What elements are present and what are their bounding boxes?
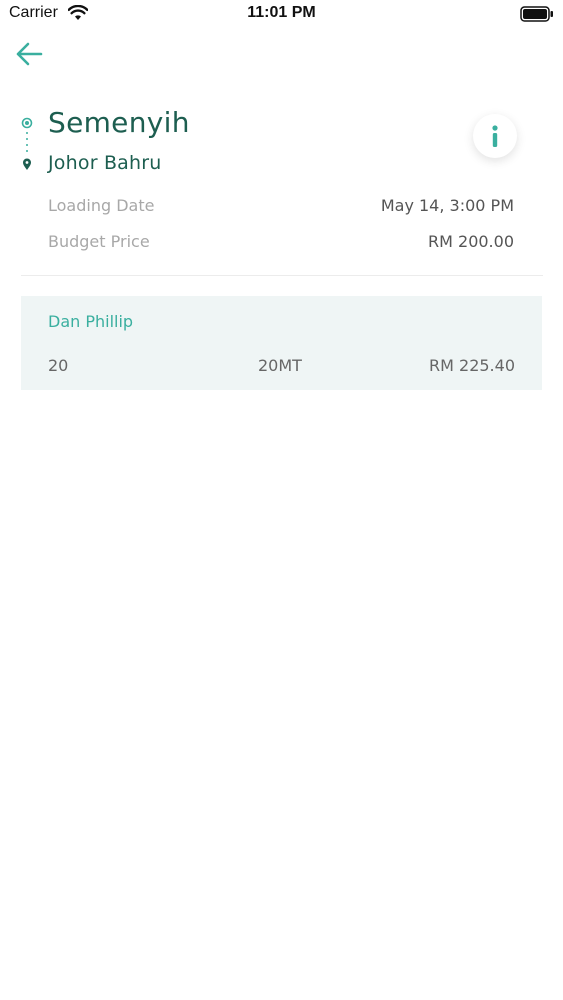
status-time: 11:01 PM <box>247 4 316 21</box>
bid-weight: 20MT <box>258 356 302 375</box>
loading-date-value: May 14, 3:00 PM <box>380 196 514 215</box>
bid-quantity: 20 <box>48 356 69 375</box>
info-button[interactable] <box>473 114 517 158</box>
origin-city: Semenyih <box>48 106 190 139</box>
budget-price-value: RM 200.00 <box>428 232 514 251</box>
budget-price-label: Budget Price <box>48 232 150 251</box>
bid-card[interactable]: Dan Phillip 20 20MT RM 225.40 <box>21 296 542 390</box>
map-pin-icon <box>23 158 31 170</box>
route-indicator <box>20 116 34 172</box>
status-bar: Carrier 11:01 PM <box>0 0 563 30</box>
destination-city: Johor Bahru <box>48 152 162 174</box>
arrow-left-icon <box>14 42 46 72</box>
origin-dot-icon <box>21 117 33 129</box>
bidder-name: Dan Phillip <box>48 312 134 331</box>
back-button[interactable] <box>14 40 46 68</box>
bid-price: RM 225.40 <box>429 356 515 375</box>
battery-icon <box>520 6 554 26</box>
loading-date-label: Loading Date <box>48 196 155 215</box>
divider <box>21 275 543 276</box>
